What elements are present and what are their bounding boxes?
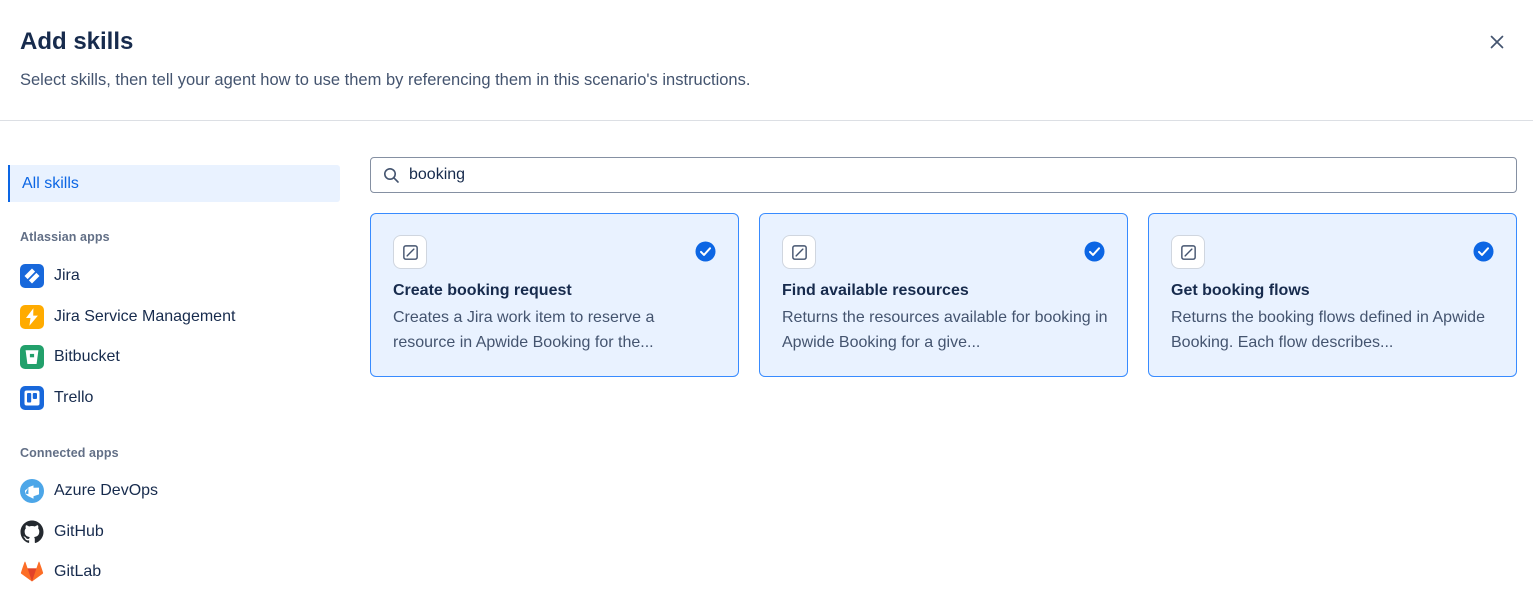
sidebar-item-label: Trello xyxy=(54,389,93,407)
skill-search xyxy=(370,157,1517,193)
skill-card-description: Returns the resources available for book… xyxy=(782,305,1110,355)
skill-card-title: Create booking request xyxy=(393,282,716,300)
selected-check-icon xyxy=(695,241,716,262)
skill-icon xyxy=(782,235,816,269)
sidebar-item-label: Jira xyxy=(54,267,80,285)
selected-check-icon xyxy=(1084,241,1105,262)
sidebar-item-trello[interactable]: Trello xyxy=(20,378,235,419)
sidebar-item-label: Azure DevOps xyxy=(54,482,158,500)
github-icon xyxy=(20,520,44,544)
selected-check-icon xyxy=(1473,241,1494,262)
sidebar-item-all-skills[interactable]: All skills xyxy=(8,165,340,202)
skill-card-create-booking-request[interactable]: Create booking request Creates a Jira wo… xyxy=(370,213,739,377)
sidebar-item-bitbucket[interactable]: Bitbucket xyxy=(20,337,235,378)
jira-icon xyxy=(20,264,44,288)
sidebar-item-label: GitLab xyxy=(54,563,101,581)
skill-card-title: Get booking flows xyxy=(1171,282,1494,300)
bitbucket-icon xyxy=(20,345,44,369)
sidebar-section-connected-apps: Connected apps xyxy=(20,446,119,460)
close-icon xyxy=(1486,31,1508,58)
search-icon xyxy=(381,165,401,185)
add-skills-dialog: Add skills Select skills, then tell your… xyxy=(0,0,1533,591)
dialog-subtitle: Select skills, then tell your agent how … xyxy=(20,71,750,90)
dialog-title: Add skills xyxy=(20,28,133,56)
skill-card-find-available-resources[interactable]: Find available resources Returns the res… xyxy=(759,213,1128,377)
sidebar-item-jira-service-management[interactable]: Jira Service Management xyxy=(20,297,235,338)
all-skills-label: All skills xyxy=(22,175,79,193)
connected-apps-list: Azure DevOps GitHub GitLab xyxy=(20,471,158,591)
sidebar-item-label: GitHub xyxy=(54,523,104,541)
skill-icon xyxy=(393,235,427,269)
skill-card-title: Find available resources xyxy=(782,282,1105,300)
azure-devops-icon xyxy=(20,479,44,503)
sidebar-item-github[interactable]: GitHub xyxy=(20,512,158,553)
trello-icon xyxy=(20,386,44,410)
sidebar-item-gitlab[interactable]: GitLab xyxy=(20,552,158,591)
search-input[interactable] xyxy=(409,166,1506,184)
sidebar-item-label: Bitbucket xyxy=(54,348,120,366)
skill-icon xyxy=(1171,235,1205,269)
gitlab-icon xyxy=(20,560,44,584)
sidebar-item-azure-devops[interactable]: Azure DevOps xyxy=(20,471,158,512)
skill-card-get-booking-flows[interactable]: Get booking flows Returns the booking fl… xyxy=(1148,213,1517,377)
header-divider xyxy=(0,120,1533,121)
sidebar-section-atlassian-apps: Atlassian apps xyxy=(20,230,110,244)
close-button[interactable] xyxy=(1485,32,1509,56)
sidebar-item-jira[interactable]: Jira xyxy=(20,256,235,297)
skill-card-description: Returns the booking flows defined in Apw… xyxy=(1171,305,1499,355)
skill-card-description: Creates a Jira work item to reserve a re… xyxy=(393,305,721,355)
jira-service-management-icon xyxy=(20,305,44,329)
atlassian-apps-list: Jira Jira Service Management Bitbucket T… xyxy=(20,256,235,418)
sidebar-item-label: Jira Service Management xyxy=(54,308,235,326)
